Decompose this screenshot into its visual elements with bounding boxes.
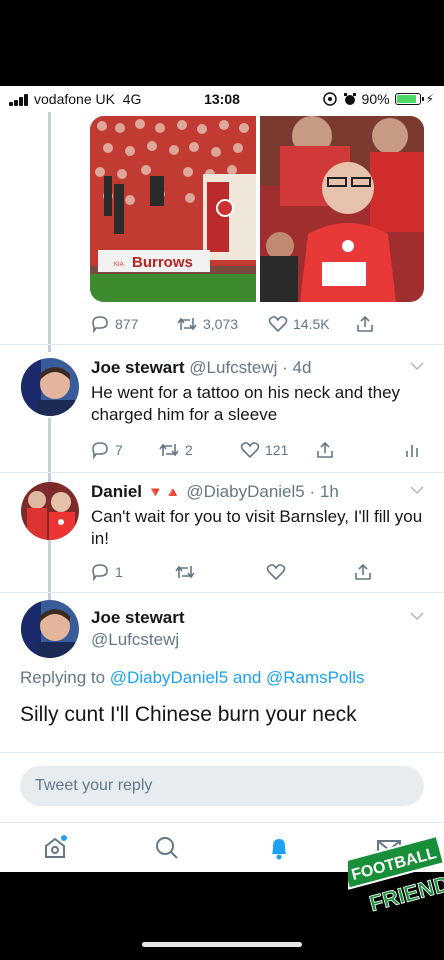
display-name[interactable]: Daniel [91, 482, 142, 501]
replying-and: and [232, 668, 262, 687]
reply-action[interactable]: 7 [90, 441, 123, 459]
tweet-media[interactable]: KIA Burrows [90, 116, 424, 302]
football-friends-watermark: FOOTBALL FRIENDS [348, 834, 444, 917]
home-indicator[interactable] [142, 942, 302, 947]
heart-icon [240, 442, 260, 459]
heart-icon [266, 564, 286, 581]
tweet-time: · 4d [282, 358, 312, 377]
user-handle[interactable]: @Lufcstewj [91, 630, 179, 650]
battery-percent: 90% [361, 91, 390, 107]
retweet-icon [177, 317, 197, 331]
retweet-action[interactable]: 3,073 [176, 316, 238, 332]
avatar[interactable] [21, 358, 79, 416]
reply-count: 877 [115, 316, 139, 332]
chevron-down-icon[interactable] [410, 362, 424, 370]
chevron-down-icon[interactable] [410, 486, 424, 494]
reply-icon [92, 316, 108, 333]
share-icon [357, 315, 373, 332]
analytics-action[interactable] [404, 441, 420, 459]
alarm-icon [343, 93, 356, 105]
retweet-action[interactable] [174, 564, 196, 580]
sponsor-text: KIA [114, 262, 124, 268]
replying-prefix: Replying to [20, 668, 106, 687]
reply-action[interactable]: 877 [90, 315, 138, 333]
retweet-action[interactable]: 2 [158, 442, 193, 458]
notifications-icon[interactable] [264, 833, 294, 863]
reply-action[interactable]: 1 [90, 563, 123, 581]
retweet-icon [159, 443, 179, 457]
reply-placeholder: Tweet your reply [35, 777, 153, 794]
tweet-actions: 7 2 121 [0, 440, 444, 460]
avatar[interactable] [21, 482, 79, 540]
mention-link[interactable]: @DiabyDaniel5 [110, 668, 228, 687]
location-icon [322, 92, 337, 106]
like-action[interactable]: 14.5K [268, 315, 330, 333]
reply-count: 7 [115, 442, 123, 458]
divider [0, 592, 444, 593]
tweet-text: Can't wait for you to visit Barnsley, I'… [91, 507, 423, 548]
like-action[interactable]: 121 [240, 441, 288, 459]
status-bar: vodafone UK 4G 13:08 90% ⚡ [0, 86, 444, 112]
retweet-icon [175, 565, 195, 579]
heart-icon [268, 316, 288, 333]
share-icon [317, 441, 333, 458]
analytics-icon [406, 445, 418, 457]
reply-icon [92, 442, 108, 459]
reply-count: 1 [115, 564, 123, 580]
avatar[interactable] [21, 600, 79, 658]
phone-screen: vodafone UK 4G 13:08 90% ⚡ KIA Burrows 8… [0, 86, 444, 872]
share-action[interactable] [354, 563, 372, 581]
replying-to: Replying to @DiabyDaniel5 and @RamsPolls [20, 668, 365, 688]
tweet-reply-1[interactable]: Joe stewart @Lufcstewj · 4d He went for … [0, 352, 444, 472]
tweet-reply-2[interactable]: Daniel 🔻🔺 @DiabyDaniel5 · 1h Can't wait … [0, 478, 444, 592]
fans-photo[interactable] [260, 116, 424, 302]
like-count: 14.5K [293, 316, 330, 332]
tweet-header: Joe stewart @Lufcstewj · 4d [91, 358, 311, 378]
tweet-text: He went for a tattoo on his neck and the… [91, 383, 401, 424]
divider [0, 344, 444, 345]
search-icon[interactable] [152, 833, 182, 863]
share-action[interactable] [356, 315, 374, 333]
share-icon [355, 563, 371, 580]
chevron-down-icon[interactable] [410, 612, 424, 620]
name-emoji: 🔻🔺 [146, 484, 182, 500]
reply-input[interactable]: Tweet your reply [20, 766, 424, 806]
display-name[interactable]: Joe stewart [91, 608, 185, 628]
top-frame [0, 0, 444, 86]
user-handle[interactable]: @Lufcstewj [189, 358, 277, 377]
charging-icon: ⚡ [425, 92, 434, 106]
like-count: 121 [265, 442, 289, 458]
original-tweet-actions: 877 3,073 14.5K [0, 314, 444, 334]
reply-icon [92, 564, 108, 581]
stadium-photo[interactable]: KIA Burrows [90, 116, 256, 302]
user-handle[interactable]: @DiabyDaniel5 [186, 482, 304, 501]
share-action[interactable] [316, 441, 334, 459]
retweet-count: 3,073 [203, 316, 239, 332]
battery-icon [394, 93, 424, 105]
stadium-sign-text: Burrows [132, 254, 193, 271]
status-right: 90% ⚡ [322, 91, 434, 107]
divider [0, 472, 444, 473]
divider [0, 752, 444, 753]
like-action[interactable] [266, 563, 286, 581]
mention-link[interactable]: @RamsPolls [266, 668, 365, 687]
tweet-actions: 1 [0, 562, 444, 582]
home-icon[interactable] [40, 833, 70, 863]
display-name[interactable]: Joe stewart [91, 358, 185, 377]
focused-tweet[interactable]: Joe stewart @Lufcstewj Replying to @Diab… [0, 598, 444, 748]
tweet-time: · 1h [309, 482, 339, 501]
retweet-count: 2 [185, 442, 193, 458]
tweet-text: Silly cunt I'll Chinese burn your neck [20, 703, 357, 726]
tweet-header: Daniel 🔻🔺 @DiabyDaniel5 · 1h [91, 482, 339, 502]
